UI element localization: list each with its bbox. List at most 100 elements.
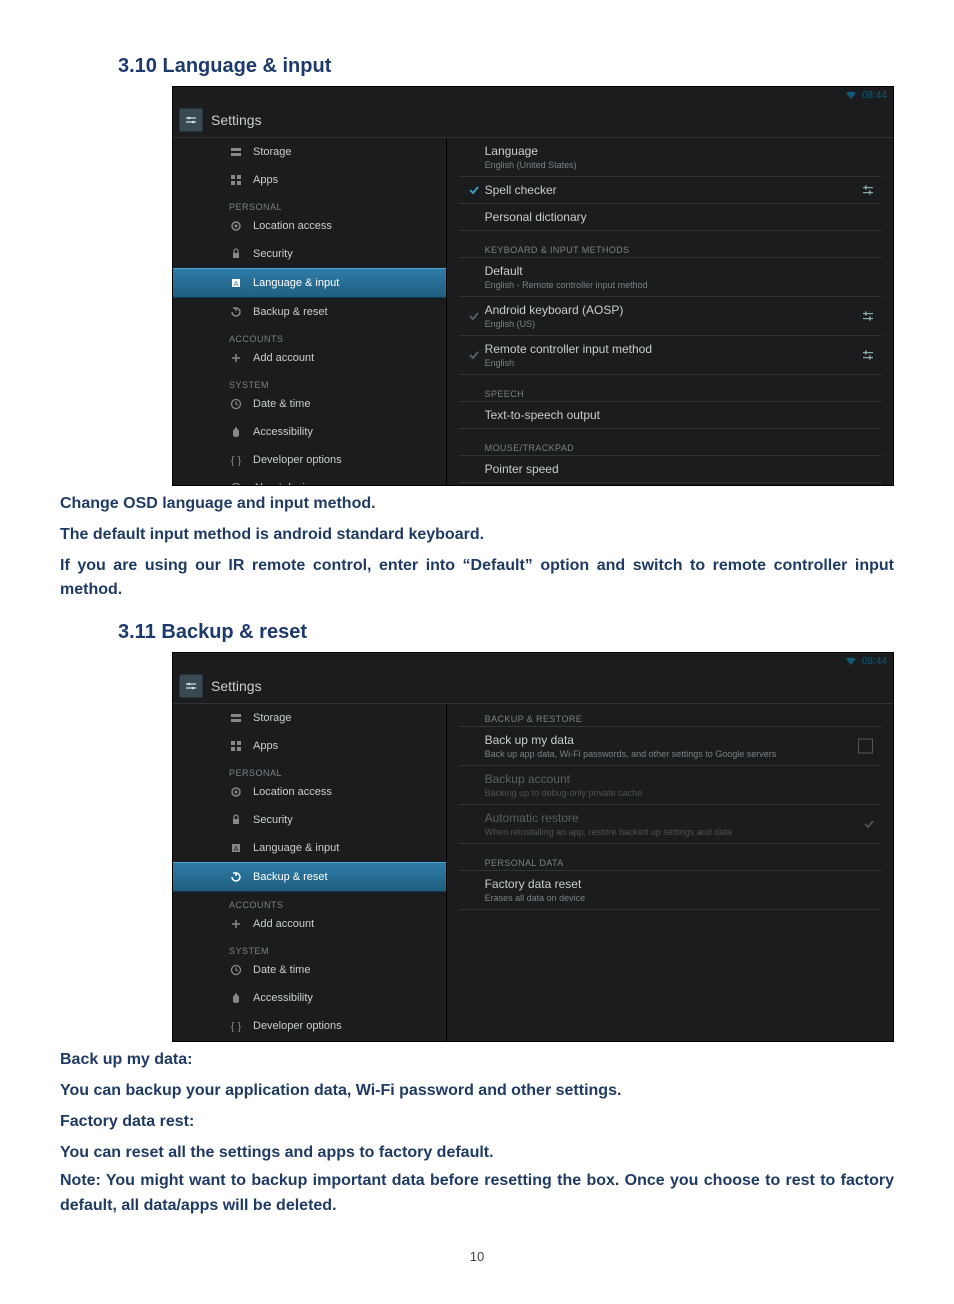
- doc-paragraph: Note: You might want to backup important…: [60, 1169, 894, 1219]
- settings-app-icon: [179, 674, 203, 698]
- sidebar-item-label: Add account: [253, 918, 314, 930]
- sidebar-item-label: Developer options: [253, 454, 342, 466]
- sidebar-item-storage[interactable]: Storage: [173, 704, 446, 732]
- row-subtitle: English (US): [485, 319, 624, 329]
- title-bar: Settings: [173, 669, 893, 704]
- row-title: Back up my data: [485, 733, 777, 747]
- sidebar-item-about[interactable]: About device: [173, 1040, 446, 1042]
- row-remote-input[interactable]: Remote controller input methodEnglish: [459, 336, 881, 375]
- row-pointer-speed[interactable]: Pointer speed: [459, 456, 881, 483]
- sidebar-item-add-account[interactable]: Add account: [173, 910, 446, 938]
- sidebar-item-backup[interactable]: Backup & reset: [173, 298, 446, 326]
- row-title: Remote controller input method: [485, 342, 652, 356]
- sidebar-item-developer[interactable]: { } Developer options: [173, 1012, 446, 1040]
- sidebar-item-backup[interactable]: Backup & reset: [173, 862, 446, 892]
- info-icon: [229, 481, 243, 486]
- sidebar-item-label: Date & time: [253, 964, 310, 976]
- screenshot-backup-reset: 08:44 Settings Storage Apps PERSONAL Loc…: [172, 652, 894, 1042]
- hand-icon: [229, 991, 243, 1005]
- sliders-icon[interactable]: [861, 309, 875, 323]
- sidebar-item-label: Backup & reset: [253, 306, 328, 318]
- row-aosp-keyboard[interactable]: Android keyboard (AOSP)English (US): [459, 297, 881, 336]
- status-time: 08:44: [862, 656, 887, 667]
- sidebar-item-add-account[interactable]: Add account: [173, 344, 446, 372]
- sidebar-group-accounts: ACCOUNTS: [173, 892, 446, 910]
- sidebar-item-location[interactable]: Location access: [173, 778, 446, 806]
- section-heading: 3.11 Backup & reset: [118, 621, 894, 644]
- row-subtitle: Back up app data, Wi-Fi passwords, and o…: [485, 749, 777, 759]
- sidebar-item-date[interactable]: Date & time: [173, 390, 446, 418]
- sidebar-item-language[interactable]: ALanguage & input: [173, 268, 446, 298]
- location-icon: [229, 785, 243, 799]
- row-language[interactable]: LanguageEnglish (United States): [459, 138, 881, 177]
- sidebar-item-storage[interactable]: Storage: [173, 138, 446, 166]
- sidebar-item-label: Language & input: [253, 842, 339, 854]
- sidebar-item-label: Language & input: [253, 277, 339, 289]
- doc-paragraph: Back up my data:: [60, 1048, 894, 1073]
- doc-paragraph: You can reset all the settings and apps …: [60, 1141, 894, 1166]
- lock-icon: [229, 813, 243, 827]
- row-automatic-restore: Automatic restore When reinstalling an ap…: [459, 805, 881, 844]
- sliders-icon[interactable]: [861, 183, 875, 197]
- sidebar-item-label: Security: [253, 248, 293, 260]
- row-title: Backup account: [485, 772, 643, 786]
- sidebar-item-label: Apps: [253, 740, 278, 752]
- sidebar-item-label: Accessibility: [253, 426, 313, 438]
- sidebar-item-apps[interactable]: Apps: [173, 166, 446, 194]
- header-speech: SPEECH: [459, 375, 881, 402]
- row-title: Pointer speed: [485, 462, 559, 476]
- status-time: 08:44: [862, 90, 887, 101]
- row-backup-account: Backup account Backing up to debug-only p…: [459, 766, 881, 805]
- apps-icon: [229, 173, 243, 187]
- row-subtitle: English - Remote controller input method: [485, 280, 648, 290]
- row-factory-data-reset[interactable]: Factory data resetErases all data on dev…: [459, 871, 881, 910]
- checkbox-unchecked[interactable]: [858, 739, 873, 754]
- status-bar: 08:44: [173, 653, 893, 669]
- row-default-input[interactable]: DefaultEnglish - Remote controller input…: [459, 258, 881, 297]
- location-icon: [229, 219, 243, 233]
- sidebar-item-accessibility[interactable]: Accessibility: [173, 418, 446, 446]
- row-personal-dictionary[interactable]: Personal dictionary: [459, 204, 881, 231]
- title-bar: Settings: [173, 103, 893, 138]
- page-number: 10: [60, 1249, 894, 1264]
- sidebar-item-about[interactable]: About device: [173, 474, 446, 486]
- row-subtitle: When reinstalling an app, restore backed…: [485, 827, 732, 837]
- row-spell-checker[interactable]: Spell checker: [459, 177, 881, 204]
- sidebar-item-security[interactable]: Security: [173, 240, 446, 268]
- svg-text:{ }: { }: [231, 455, 242, 466]
- hand-icon: [229, 425, 243, 439]
- row-title: Language: [485, 144, 577, 158]
- sidebar-item-date[interactable]: Date & time: [173, 956, 446, 984]
- sidebar-item-label: Developer options: [253, 1020, 342, 1032]
- status-bar: 08:44: [173, 87, 893, 103]
- sidebar-item-apps[interactable]: Apps: [173, 732, 446, 760]
- sidebar-group-system: SYSTEM: [173, 938, 446, 956]
- svg-text:A: A: [234, 846, 239, 853]
- braces-icon: { }: [229, 1019, 243, 1033]
- sidebar-item-language[interactable]: A Language & input: [173, 834, 446, 862]
- sidebar-item-accessibility[interactable]: Accessibility: [173, 984, 446, 1012]
- storage-icon: [229, 711, 243, 725]
- row-title: Factory data reset: [485, 877, 586, 891]
- sidebar-item-label: Apps: [253, 174, 278, 186]
- sidebar-item-developer[interactable]: { } Developer options: [173, 446, 446, 474]
- row-backup-my-data[interactable]: Back up my data Back up app data, Wi-Fi p…: [459, 727, 881, 766]
- row-subtitle: Backing up to debug-only private cache: [485, 788, 643, 798]
- sidebar-item-label: Storage: [253, 712, 292, 724]
- sidebar-item-location[interactable]: Location access: [173, 212, 446, 240]
- header-mouse: MOUSE/TRACKPAD: [459, 429, 881, 456]
- row-tts[interactable]: Text-to-speech output: [459, 402, 881, 429]
- row-title: Automatic restore: [485, 811, 732, 825]
- sidebar-item-label: Accessibility: [253, 992, 313, 1004]
- row-title: Spell checker: [485, 183, 557, 197]
- sidebar-item-security[interactable]: Security: [173, 806, 446, 834]
- clock-icon: [229, 397, 243, 411]
- sidebar-item-label: Location access: [253, 220, 332, 232]
- sliders-icon[interactable]: [861, 348, 875, 362]
- sidebar-item-label: Add account: [253, 352, 314, 364]
- sidebar-item-label: Date & time: [253, 398, 310, 410]
- sidebar-item-label: Backup & reset: [253, 871, 328, 883]
- settings-app-icon: [179, 108, 203, 132]
- plus-icon: [229, 917, 243, 931]
- doc-paragraph: The default input method is android stan…: [60, 523, 894, 548]
